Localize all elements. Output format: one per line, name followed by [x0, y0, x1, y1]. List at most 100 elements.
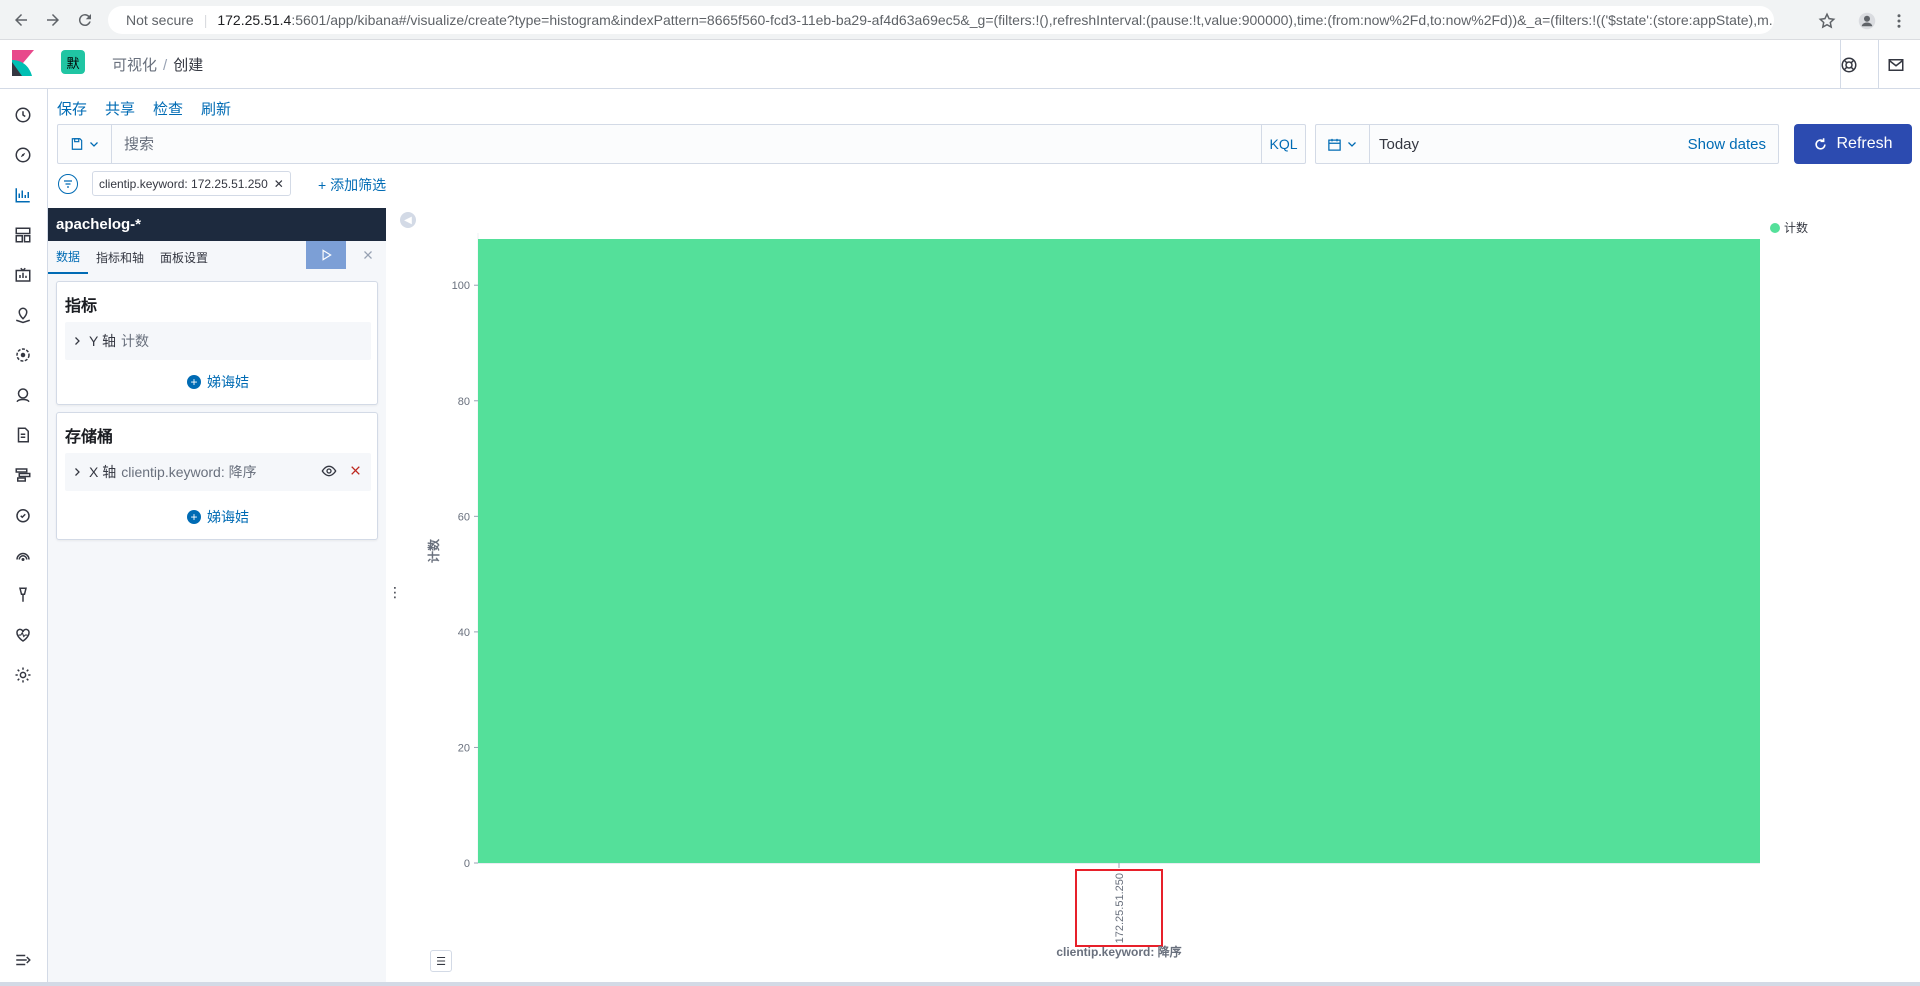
bottom-scrollbar: [0, 982, 1920, 986]
newsfeed-mail-icon[interactable]: [1879, 48, 1913, 82]
infrastructure-icon[interactable]: [12, 384, 34, 406]
plus-circle-icon: +: [187, 510, 201, 524]
visualization-editor-sidebar: apachelog-* 数据 指标和轴 面板设置 指标 Y 轴 计数 + 娣诲姞…: [48, 208, 386, 982]
metric-axis-label: Y 轴: [89, 333, 116, 349]
maps-icon[interactable]: [12, 304, 34, 326]
legend-swatch: [1770, 223, 1780, 233]
close-icon: [364, 251, 372, 259]
canvas-icon[interactable]: [12, 264, 34, 286]
saved-query-button[interactable]: [58, 125, 112, 163]
share-menu-item[interactable]: 共享: [105, 98, 135, 119]
reload-icon[interactable]: [70, 5, 100, 35]
siem-icon[interactable]: [12, 544, 34, 566]
bucket-description: clientip.keyword: 降序: [121, 464, 257, 480]
drag-handle-icon[interactable]: ⋮: [388, 585, 402, 601]
refresh-button-label: Refresh: [1836, 135, 1893, 152]
collapse-sidebar-icon[interactable]: ◀: [400, 212, 416, 228]
search-input[interactable]: [112, 125, 1261, 163]
remove-bucket-icon[interactable]: [349, 464, 362, 480]
address-separator: |: [203, 12, 208, 28]
play-icon: [322, 249, 332, 261]
dashboard-icon[interactable]: [12, 224, 34, 246]
y-tick-label: 80: [458, 396, 470, 408]
breadcrumb-visualize[interactable]: 可视化: [112, 57, 157, 74]
add-filter-button[interactable]: + 添加筛选: [318, 175, 386, 195]
apply-changes-button[interactable]: [306, 241, 346, 269]
add-metric-label: 娣诲姞: [207, 374, 249, 390]
quick-date-menu-button[interactable]: [1316, 125, 1370, 163]
visualize-chart-icon[interactable]: [12, 184, 34, 206]
save-menu-item[interactable]: 保存: [57, 98, 87, 119]
back-icon[interactable]: [6, 5, 36, 35]
histogram-chart: 0 20 40 60 80 100 计数 172.25.51.250clientip.keyw…: [426, 220, 1808, 959]
discover-compass-icon[interactable]: [12, 144, 34, 166]
browser-menu-icon[interactable]: [1884, 6, 1914, 36]
machine-learning-icon[interactable]: [12, 344, 34, 366]
bucket-axis-label: X 轴: [89, 464, 117, 480]
chevron-right-icon[interactable]: [65, 335, 89, 347]
date-picker: Today Show dates: [1315, 124, 1779, 164]
bar: [478, 239, 1760, 863]
kibana-header: 默 可视化 / 创建: [0, 40, 1920, 89]
index-pattern-title: apachelog-*: [48, 208, 386, 241]
breadcrumb: 可视化 / 创建: [112, 54, 203, 75]
breadcrumb-create: 创建: [173, 57, 204, 74]
legend-toggle-icon[interactable]: ☰: [430, 950, 452, 972]
filter-pill[interactable]: clientip.keyword: 172.25.51.250 ✕: [92, 171, 291, 196]
filter-pill-label: clientip.keyword: 172.25.51.250: [99, 176, 268, 191]
chart-area: 0 20 40 60 80 100 计数 172.25.51.250 clientip.keyw…: [422, 208, 1920, 982]
help-icon[interactable]: [1832, 48, 1866, 82]
bookmark-star-icon[interactable]: [1812, 6, 1842, 36]
legend-label: 计数: [1784, 220, 1808, 235]
kql-language-button[interactable]: KQL: [1261, 125, 1305, 163]
add-metric-button[interactable]: + 娣诲姞: [57, 372, 379, 392]
kibana-logo-icon[interactable]: [12, 50, 34, 76]
uptime-icon[interactable]: [12, 504, 34, 526]
calendar-icon: [1328, 138, 1341, 151]
address-bar[interactable]: Not secure | 172.25.51.4 :5601/app/kiban…: [108, 6, 1774, 34]
save-disk-icon: [71, 138, 82, 150]
dev-tools-icon[interactable]: [12, 584, 34, 606]
y-axis-title: 计数: [426, 538, 441, 563]
tab-metrics-axes[interactable]: 指标和轴: [88, 241, 152, 274]
show-dates-button[interactable]: Show dates: [1688, 136, 1778, 153]
x-axis-title: clientip.keyword: 降序: [1056, 944, 1181, 959]
profile-icon[interactable]: [1852, 6, 1882, 36]
breadcrumb-separator: /: [163, 57, 168, 74]
forward-icon[interactable]: [38, 5, 68, 35]
add-bucket-button[interactable]: + 娣诲姞: [57, 507, 379, 527]
collapse-nav-icon[interactable]: [12, 949, 34, 971]
discard-changes-button[interactable]: [354, 241, 382, 269]
metric-y-axis-row[interactable]: Y 轴 计数: [65, 322, 371, 360]
remove-filter-icon[interactable]: ✕: [274, 177, 284, 191]
tab-data[interactable]: 数据: [48, 241, 89, 274]
left-navigation: [0, 89, 48, 986]
monitoring-heart-icon[interactable]: [12, 624, 34, 646]
bucket-x-axis-row[interactable]: X 轴 clientip.keyword: 降序: [65, 453, 371, 491]
filter-options-icon[interactable]: [58, 174, 78, 194]
management-gear-icon[interactable]: [12, 664, 34, 686]
metrics-title: 指标: [65, 298, 98, 315]
buckets-panel: 存储桶 X 轴 clientip.keyword: 降序 + 娣诲姞: [56, 412, 378, 540]
apm-icon[interactable]: [12, 464, 34, 486]
buckets-title: 存储桶: [65, 429, 114, 446]
refresh-button[interactable]: Refresh: [1794, 124, 1912, 164]
refresh-menu-item[interactable]: 刷新: [201, 98, 231, 119]
y-tick-label: 0: [464, 858, 470, 870]
y-tick-label: 100: [452, 280, 470, 292]
chevron-right-icon[interactable]: [65, 466, 89, 478]
inspect-menu-item[interactable]: 检查: [153, 98, 183, 119]
y-tick-label: 20: [458, 742, 470, 754]
space-avatar[interactable]: 默: [61, 50, 85, 74]
url-host: 172.25.51.4: [217, 12, 292, 28]
logs-icon[interactable]: [12, 424, 34, 446]
tab-panel-settings[interactable]: 面板设置: [152, 241, 216, 274]
x-tick-label: 172.25.51.250: [1114, 873, 1126, 943]
top-nav-menu: 保存 共享 检查 刷新: [57, 98, 231, 119]
recent-clock-icon[interactable]: [12, 104, 34, 126]
y-tick-label: 60: [458, 511, 470, 523]
plus-circle-icon: +: [187, 375, 201, 389]
date-range-value[interactable]: Today: [1370, 136, 1688, 153]
toggle-visibility-eye-icon[interactable]: [321, 463, 337, 482]
metrics-panel: 指标 Y 轴 计数 + 娣诲姞: [56, 281, 378, 405]
